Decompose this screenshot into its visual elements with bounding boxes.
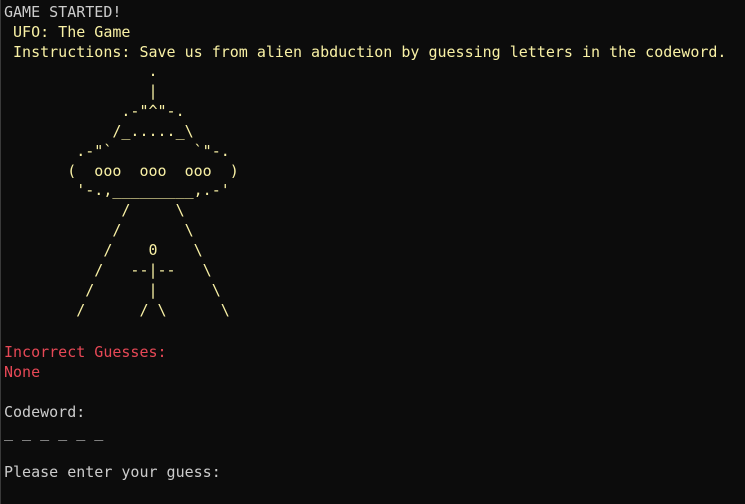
codeword-label: Codeword:	[4, 403, 86, 421]
game-title: UFO: The Game	[4, 23, 131, 41]
codeword-blanks: _ _ _ _ _ _	[4, 423, 104, 441]
game-instructions: Instructions: Save us from alien abducti…	[4, 43, 727, 61]
incorrect-guesses-label: Incorrect Guesses:	[4, 343, 167, 361]
game-status-text: GAME STARTED!	[4, 3, 122, 21]
guess-prompt[interactable]: Please enter your guess:	[4, 462, 221, 482]
incorrect-guesses-value: None	[4, 363, 41, 381]
ufo-ascii-art: . | .-"^"-. /_....._\ .-"` `"-. ( ooo oo…	[67, 62, 239, 319]
console-window: GAME STARTED! UFO: The Game Instructions…	[0, 0, 745, 504]
